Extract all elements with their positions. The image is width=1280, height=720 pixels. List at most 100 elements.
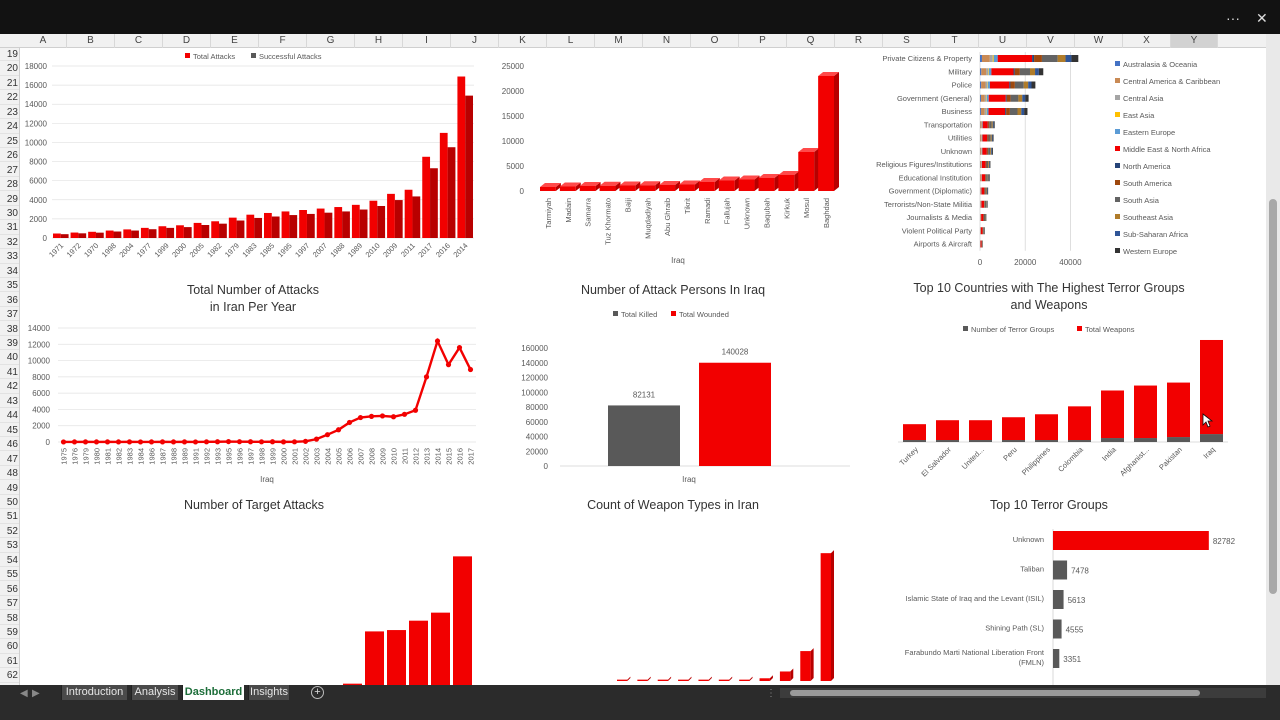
row-header-33[interactable]: 33 [0, 250, 19, 264]
add-sheet-icon[interactable]: + [311, 686, 324, 699]
row-header-61[interactable]: 61 [0, 655, 19, 669]
row-header-47[interactable]: 47 [0, 453, 19, 466]
horizontal-scrollbar[interactable] [780, 688, 1266, 698]
row-header-58[interactable]: 58 [0, 612, 19, 625]
row-header-28[interactable]: 28 [0, 178, 19, 192]
x-axis-label: Iraq [671, 256, 685, 265]
column-header-R[interactable]: R [835, 34, 883, 48]
row-header-21[interactable]: 21 [0, 77, 19, 91]
row-header-48[interactable]: 48 [0, 467, 19, 481]
column-header-W[interactable]: W [1075, 34, 1123, 48]
more-tabs-icon[interactable]: ⋮ [766, 688, 776, 699]
row-header-25[interactable]: 25 [0, 135, 19, 148]
tab-prev-icon[interactable]: ◀ [20, 688, 28, 699]
row-header-37[interactable]: 37 [0, 308, 19, 322]
column-header-N[interactable]: N [643, 34, 691, 48]
column-header-K[interactable]: K [499, 34, 547, 48]
row-header-56[interactable]: 56 [0, 583, 19, 596]
column-header-H[interactable]: H [355, 34, 403, 48]
vertical-scroll-thumb[interactable] [1269, 199, 1277, 594]
series-line [63, 337, 472, 444]
bar-weapon-type [739, 679, 750, 681]
close-icon[interactable]: ✕ [1256, 10, 1268, 27]
more-options-icon[interactable]: ··· [1226, 10, 1240, 26]
row-header-38[interactable]: 38 [0, 323, 19, 336]
column-header-F[interactable]: F [259, 34, 307, 48]
row-header-53[interactable]: 53 [0, 539, 19, 553]
tab-next-icon[interactable]: ▶ [32, 688, 40, 699]
row-header-22[interactable]: 22 [0, 91, 19, 105]
row-header-23[interactable]: 23 [0, 106, 19, 120]
column-header-A[interactable]: A [20, 34, 67, 48]
x-tick-label: 1979 [82, 448, 91, 465]
column-header-O[interactable]: O [691, 34, 739, 48]
bar-side [831, 550, 834, 681]
row-header-41[interactable]: 41 [0, 366, 19, 380]
row-header-27[interactable]: 27 [0, 164, 19, 177]
column-header-L[interactable]: L [547, 34, 595, 48]
row-header-36[interactable]: 36 [0, 294, 19, 307]
row-header-19[interactable]: 19 [0, 48, 19, 62]
row-header-35[interactable]: 35 [0, 279, 19, 293]
vertical-scrollbar[interactable] [1266, 34, 1280, 685]
column-header-J[interactable]: J [451, 34, 499, 48]
row-header-52[interactable]: 52 [0, 525, 19, 539]
row-header-59[interactable]: 59 [0, 626, 19, 640]
row-header-32[interactable]: 32 [0, 236, 19, 250]
row-header-62[interactable]: 62 [0, 669, 19, 683]
x-tick-label: Muqdadiyah [643, 198, 652, 239]
row-header-43[interactable]: 43 [0, 395, 19, 409]
row-header-24[interactable]: 24 [0, 120, 19, 134]
column-header-S[interactable]: S [883, 34, 931, 48]
row-header-30[interactable]: 30 [0, 207, 19, 221]
row-header-44[interactable]: 44 [0, 409, 19, 423]
row-header-31[interactable]: 31 [0, 221, 19, 235]
x-tick-label: 2017 [416, 241, 434, 259]
y-tick-label: Airports & Aircraft [914, 240, 973, 249]
tab-dashboard[interactable]: Dashboard [182, 685, 244, 700]
row-header-57[interactable]: 57 [0, 597, 19, 611]
column-header-Q[interactable]: Q [787, 34, 835, 48]
data-point [170, 439, 177, 445]
column-header-C[interactable]: C [115, 34, 163, 48]
dashboard-sheet[interactable]: 0 2000 4000 6000 8000 10000 12000 14000 16000 180… [20, 48, 1266, 685]
row-header-49[interactable]: 49 [0, 482, 19, 495]
bar-successful-attacks [359, 209, 368, 238]
row-header-42[interactable]: 42 [0, 380, 19, 394]
column-header-E[interactable]: E [211, 34, 259, 48]
column-header-P[interactable]: P [739, 34, 787, 48]
row-header-26[interactable]: 26 [0, 149, 19, 163]
column-header-G[interactable]: G [307, 34, 355, 48]
column-header-Y[interactable]: Y [1171, 34, 1218, 48]
row-header-39[interactable]: 39 [0, 337, 19, 351]
legend-region-label: Southeast Asia [1123, 213, 1174, 222]
column-header-X[interactable]: X [1123, 34, 1171, 48]
column-header-U[interactable]: U [979, 34, 1027, 48]
tab-introduction[interactable]: Introduction [61, 685, 127, 700]
bar-segment [1041, 55, 1058, 62]
column-header-D[interactable]: D [163, 34, 211, 48]
row-header-51[interactable]: 51 [0, 510, 19, 524]
row-header-45[interactable]: 45 [0, 424, 19, 437]
tab-analysis[interactable]: Analysis [131, 685, 178, 700]
column-header-T[interactable]: T [931, 34, 979, 48]
row-header-46[interactable]: 46 [0, 438, 19, 452]
row-header-20[interactable]: 20 [0, 62, 19, 76]
row-header-50[interactable]: 50 [0, 496, 19, 510]
row-header-55[interactable]: 55 [0, 568, 19, 582]
column-header-M[interactable]: M [595, 34, 643, 48]
tab-insights[interactable]: Insights [248, 685, 289, 700]
x-tick-label: 2010 [364, 241, 382, 259]
bar-total-weapons [936, 420, 959, 441]
column-header-B[interactable]: B [67, 34, 115, 48]
bar-segment [982, 134, 988, 142]
row-header-60[interactable]: 60 [0, 640, 19, 654]
row-header-34[interactable]: 34 [0, 265, 19, 279]
column-header-V[interactable]: V [1027, 34, 1075, 48]
y-tick-label: 10000 [25, 138, 48, 147]
column-header-I[interactable]: I [403, 34, 451, 48]
row-header-54[interactable]: 54 [0, 554, 19, 568]
row-header-29[interactable]: 29 [0, 193, 19, 206]
horizontal-scroll-thumb[interactable] [790, 690, 1200, 696]
row-header-40[interactable]: 40 [0, 351, 19, 365]
